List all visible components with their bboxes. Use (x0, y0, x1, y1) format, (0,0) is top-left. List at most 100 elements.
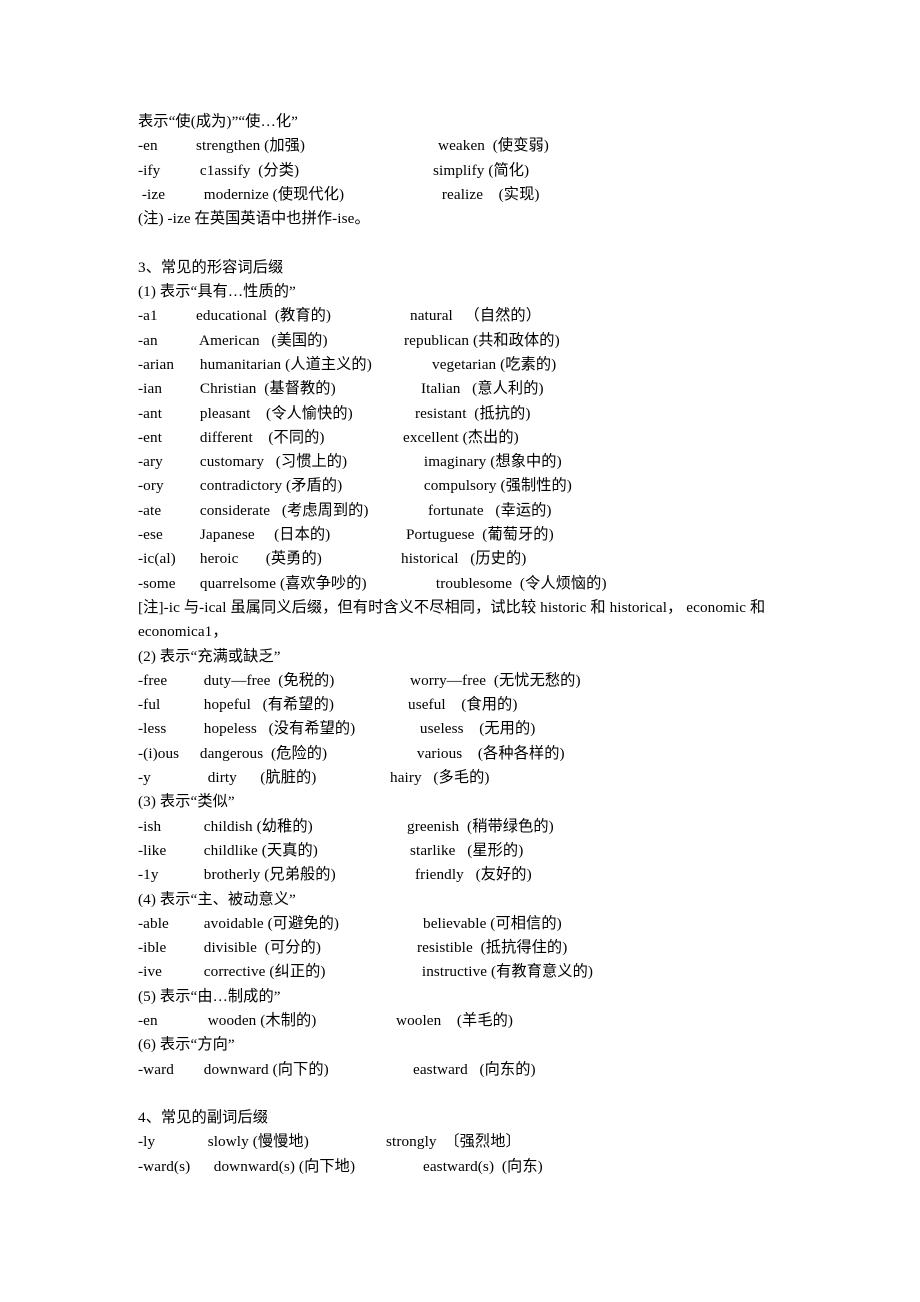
section-heading: 表示“使(成为)”“使…化” (138, 110, 838, 134)
suffix-entry-row: -ese Japanese (日本的) Portuguese (葡萄牙的) (138, 523, 838, 547)
example-primary: Japanese (日本的) (196, 526, 331, 544)
suffix-label: -a1 (138, 307, 158, 325)
suffix-entry-row: -ary customary (习惯上的) imaginary (想象中的) (138, 450, 838, 474)
example-primary: childish (幼稚的) (196, 817, 313, 835)
suffix-label: -free (138, 671, 168, 689)
example-primary: corrective (纠正的) (196, 963, 326, 981)
suffix-entry-row: -ish childish (幼稚的) greenish (稍带绿色的) (138, 815, 838, 839)
suffix-label: -able (138, 914, 169, 932)
example-primary: American (美国的) (196, 331, 328, 349)
section-heading: (1) 表示“具有…性质的” (138, 280, 838, 304)
example-secondary: simplify (简化) (433, 161, 530, 179)
example-primary: dirty (肮脏的) (196, 769, 317, 787)
suffix-label: -ate (138, 501, 162, 519)
example-secondary: Portuguese (葡萄牙的) (406, 526, 554, 544)
example-primary: humanitarian (人道主义的) (196, 355, 372, 373)
section-heading-text: (注) -ize 在英国英语中也拼作-ise。 (138, 210, 370, 228)
example-secondary: starlike (星形的) (410, 841, 524, 859)
suffix-label: -ward (138, 1060, 174, 1078)
section-heading: (注) -ize 在英国英语中也拼作-ise。 (138, 207, 838, 231)
section-heading-text: (1) 表示“具有…性质的” (138, 283, 296, 301)
suffix-entry-row: -ward(s) downward(s) (向下地) eastward(s) (向… (138, 1155, 838, 1179)
suffix-entry-row: -1y brotherly (兄弟般的) friendly (友好的) (138, 863, 838, 887)
suffix-entry-row: -en strengthen (加强) weaken (使变弱) (138, 134, 838, 158)
suffix-label: -en (138, 137, 158, 155)
example-primary: wooden (木制的) (196, 1011, 317, 1029)
suffix-label: -ly (138, 1133, 156, 1151)
suffix-entry-row: -ive corrective (纠正的) instructive (有教育意义… (138, 960, 838, 984)
suffix-label: -some (138, 574, 176, 592)
section-heading-text: 3、常见的形容词后缀 (138, 258, 284, 276)
example-primary: heroic (英勇的) (196, 550, 322, 568)
example-primary: pleasant (令人愉快的) (196, 404, 353, 422)
example-primary: Christian (基督教的) (196, 380, 336, 398)
section-heading-text: 表示“使(成为)”“使…化” (138, 113, 298, 130)
suffix-entry-row: -an American (美国的) republican (共和政体的) (138, 329, 838, 353)
section-heading-text: (3) 表示“类似” (138, 793, 235, 811)
section-heading-text: (2) 表示“充满或缺乏” (138, 647, 281, 665)
suffix-label: -ful (138, 696, 161, 714)
suffix-entry-row: -ify c1assify (分类) simplify (简化) (138, 159, 838, 183)
suffix-label: -ic(al) (138, 550, 176, 568)
suffix-label: -1y (138, 866, 159, 884)
example-primary: slowly (慢慢地) (196, 1133, 309, 1151)
example-primary: avoidable (可避免的) (196, 914, 340, 932)
suffix-entry-row: -ward downward (向下的) eastward (向东的) (138, 1058, 838, 1082)
example-primary: modernize (使现代化) (196, 185, 345, 203)
example-primary: c1assify (分类) (196, 161, 300, 179)
section-heading: 3、常见的形容词后缀 (138, 256, 838, 280)
suffix-entry-row: -ful hopeful (有希望的) useful (食用的) (138, 693, 838, 717)
section-heading: (5) 表示“由…制成的” (138, 985, 838, 1009)
suffix-entry-row: -arian humanitarian (人道主义的) vegetarian (吃… (138, 353, 838, 377)
example-secondary: Italian (意人利的) (421, 380, 544, 398)
suffix-label: -ant (138, 404, 163, 422)
example-secondary: vegetarian (吃素的) (432, 355, 557, 373)
example-secondary: strongly 〔强烈地〕 (386, 1133, 521, 1151)
example-primary: customary (习惯上的) (196, 453, 348, 471)
suffix-label: -less (138, 720, 167, 738)
section-heading: (3) 表示“类似” (138, 790, 838, 814)
editorial-note: [注]-ic 与-ical 虽属同义后缀，但有时含义不尽相同，试比较 histo… (138, 596, 786, 645)
example-secondary: useless (无用的) (416, 720, 536, 738)
example-secondary: natural （自然的） (410, 307, 541, 325)
suffix-label: -y (138, 769, 151, 787)
suffix-label: -ward(s) (138, 1157, 191, 1175)
suffix-entry-row: -ory contradictory (矛盾的) compulsory (强制性… (138, 474, 838, 498)
example-secondary: greenish (稍带绿色的) (407, 817, 554, 835)
example-secondary: believable (可相信的) (423, 914, 562, 932)
suffix-entry-row: -like childlike (天真的) starlike (星形的) (138, 839, 838, 863)
example-secondary: eastward(s) (向东) (423, 1157, 543, 1175)
example-primary: quarrelsome (喜欢争吵的) (196, 574, 367, 592)
suffix-label: -like (138, 841, 167, 859)
example-secondary: instructive (有教育意义的) (418, 963, 594, 981)
section-heading: (4) 表示“主、被动意义” (138, 888, 838, 912)
example-primary: downward(s) (向下地) (206, 1157, 356, 1175)
suffix-label: -an (138, 331, 158, 349)
example-primary: considerate (考虑周到的) (196, 501, 369, 519)
suffix-label: -ive (138, 963, 163, 981)
suffix-entry-row: -able avoidable (可避免的) believable (可相信的) (138, 912, 838, 936)
section-heading-text: 4、常见的副词后缀 (138, 1109, 268, 1127)
example-primary: divisible (可分的) (196, 939, 321, 957)
suffix-entry-row: -ly slowly (慢慢地) strongly 〔强烈地〕 (138, 1130, 838, 1154)
section-heading-text: (6) 表示“方向” (138, 1036, 235, 1054)
suffix-entry-row: -ant pleasant (令人愉快的) resistant (抵抗的) (138, 402, 838, 426)
example-secondary: republican (共和政体的) (404, 331, 560, 349)
suffix-label: -ent (138, 428, 163, 446)
suffix-label: -(i)ous (138, 744, 180, 762)
section-heading: (2) 表示“充满或缺乏” (138, 645, 838, 669)
suffix-entry-row: -y dirty (肮脏的) hairy (多毛的) (138, 766, 838, 790)
example-secondary: worry—free (无忧无愁的) (410, 671, 581, 689)
example-secondary: historical (历史的) (401, 550, 527, 568)
suffix-label: -ize (138, 185, 166, 203)
suffix-entry-row: -a1 educational (教育的) natural （自然的） (138, 304, 838, 328)
suffix-label: -ible (138, 939, 167, 957)
example-primary: strengthen (加强) (196, 137, 306, 155)
suffix-entry-row: -en wooden (木制的) woolen (羊毛的) (138, 1009, 838, 1033)
suffix-entry-row: -ible divisible (可分的) resistible (抵抗得住的) (138, 936, 838, 960)
example-secondary: eastward (向东的) (413, 1060, 536, 1078)
example-primary: duty—free (免税的) (196, 671, 335, 689)
example-primary: downward (向下的) (196, 1060, 329, 1078)
example-primary: contradictory (矛盾的) (196, 477, 343, 495)
